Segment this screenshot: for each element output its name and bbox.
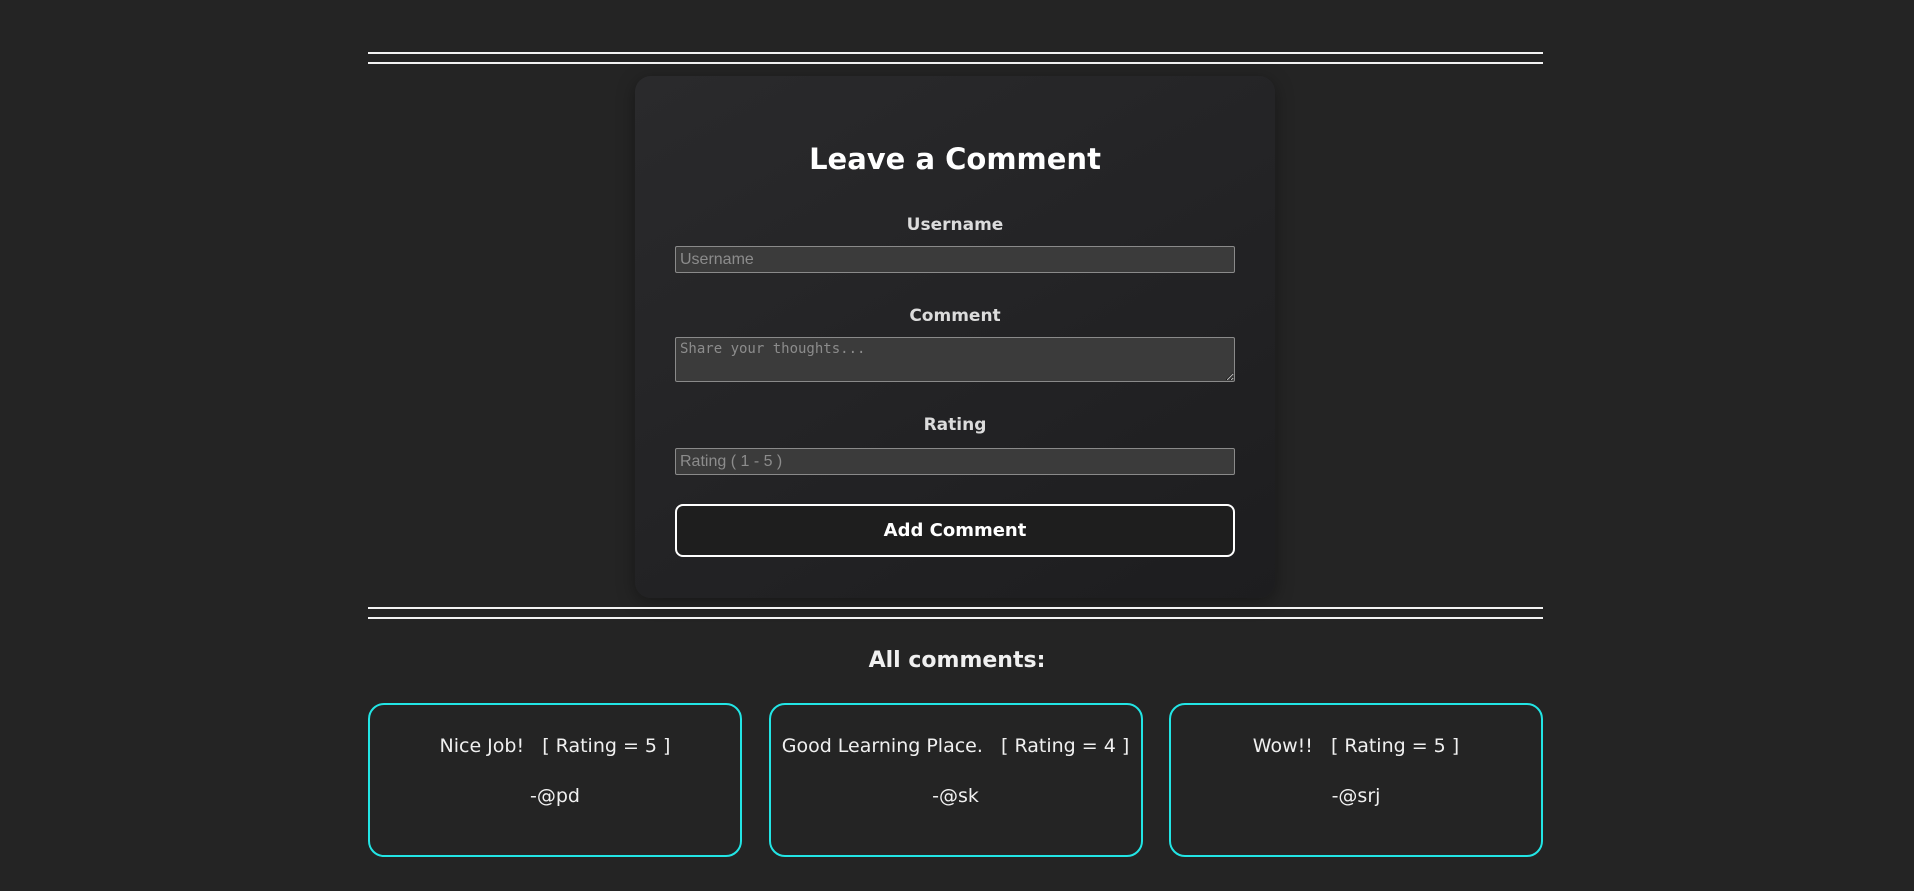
add-comment-button[interactable]: Add Comment <box>675 504 1235 557</box>
comment-card-text: Nice Job! [ Rating = 5 ] <box>439 735 671 757</box>
comment-card-author: -@pd <box>530 785 580 807</box>
rating-input[interactable] <box>675 448 1235 475</box>
comments-list: Nice Job! [ Rating = 5 ] -@pd Good Learn… <box>368 703 1543 857</box>
comment-card-author: -@sk <box>932 785 979 807</box>
comment-card-text: Good Learning Place. [ Rating = 4 ] <box>781 735 1130 757</box>
comments-section-title: All comments: <box>868 648 1046 673</box>
comment-textarea[interactable] <box>675 337 1235 382</box>
comment-card-author: -@srj <box>1331 785 1381 807</box>
form-title: Leave a Comment <box>809 142 1101 176</box>
username-label: Username <box>906 215 1004 235</box>
page: Leave a Comment Username Comment Rating … <box>0 0 1914 891</box>
username-input[interactable] <box>675 246 1235 273</box>
comment-card: Good Learning Place. [ Rating = 4 ] -@sk <box>768 703 1143 857</box>
comment-form: Leave a Comment Username Comment Rating … <box>635 76 1275 598</box>
comment-card: Wow!! [ Rating = 5 ] -@srj <box>1169 703 1543 857</box>
middle-divider <box>368 607 1543 619</box>
rating-label: Rating <box>923 415 987 435</box>
comment-card: Nice Job! [ Rating = 5 ] -@pd <box>368 703 742 857</box>
top-divider <box>368 52 1543 64</box>
comment-label: Comment <box>909 306 1001 326</box>
comment-card-text: Wow!! [ Rating = 5 ] <box>1252 735 1460 757</box>
